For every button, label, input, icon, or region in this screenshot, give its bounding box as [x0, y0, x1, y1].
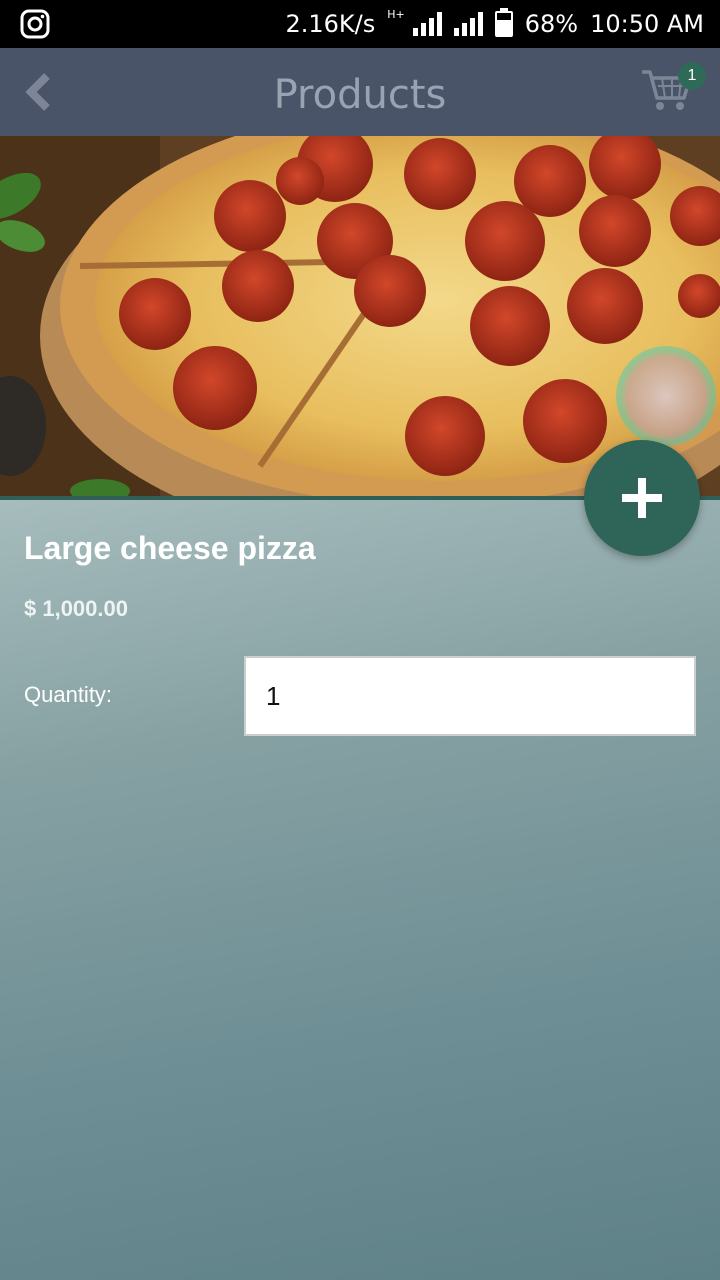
product-image — [0, 136, 720, 496]
signal-icon — [412, 12, 442, 36]
battery-icon — [494, 8, 513, 37]
app-header: Products 1 — [0, 48, 720, 136]
page-title: Products — [273, 72, 447, 118]
product-details: Large cheese pizza $ 1,000.00 Quantity: — [0, 500, 720, 1280]
touch-ripple — [616, 346, 716, 446]
quantity-input[interactable] — [244, 656, 696, 736]
battery-percent: 68% — [524, 10, 579, 38]
instagram-icon — [20, 9, 50, 39]
product-name: Large cheese pizza — [24, 530, 316, 566]
quantity-label: Quantity: — [24, 682, 113, 707]
net-speed: 2.16K/s — [285, 10, 376, 38]
add-to-cart-button[interactable] — [584, 440, 700, 556]
network-type: H+ — [387, 7, 405, 21]
status-bar: 2.16K/s H+ 68% 10:50 AM — [0, 0, 720, 48]
clock: 10:50 AM — [590, 10, 704, 38]
signal-icon-2 — [453, 12, 483, 36]
cart-count-badge: 1 — [678, 62, 706, 90]
product-price: $ 1,000.00 — [24, 596, 128, 621]
plus-icon — [622, 478, 662, 518]
